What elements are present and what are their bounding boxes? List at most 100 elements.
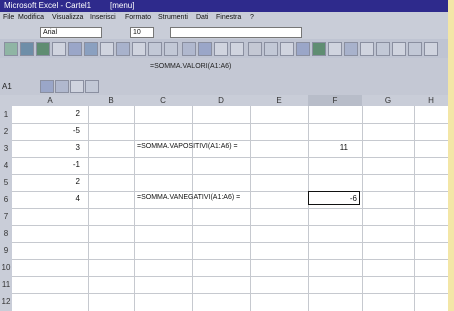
- function-icon[interactable]: [198, 42, 212, 56]
- row-gridline: [12, 242, 448, 243]
- cell-f6-active[interactable]: -6: [308, 191, 360, 205]
- row-gridline: [12, 140, 448, 141]
- cell-a3[interactable]: 3: [62, 143, 80, 152]
- spreadsheet-grid: A B C D E F G H 1 2 3 4 5 6 7 8 9 10 11 …: [0, 95, 448, 311]
- bold-icon[interactable]: [40, 80, 54, 93]
- column-gridline: [414, 106, 415, 311]
- toolbar-icon-6[interactable]: [408, 42, 422, 56]
- column-gridline: [88, 106, 89, 311]
- title-bar: Microsoft Excel - Cartel1 [menu]: [0, 0, 448, 12]
- cell-c6-label[interactable]: =SOMMA.VANEGATIVI(A1:A6) =: [137, 194, 307, 201]
- sort-desc-icon[interactable]: [230, 42, 244, 56]
- excel-window: Microsoft Excel - Cartel1 [menu] File Mo…: [0, 0, 448, 311]
- toolbar-icon-2[interactable]: [344, 42, 358, 56]
- row-gridline: [12, 174, 448, 175]
- zoom-icon[interactable]: [296, 42, 310, 56]
- row-gridline: [12, 276, 448, 277]
- row-header-10[interactable]: 10: [0, 259, 12, 276]
- menu-bar: File Modifica Visualizza Inserisci Forma…: [0, 12, 448, 24]
- toolbar-icon-4[interactable]: [376, 42, 390, 56]
- cell-a1[interactable]: 2: [62, 109, 80, 118]
- drawing-icon[interactable]: [280, 42, 294, 56]
- menu-dati[interactable]: Dati: [196, 12, 208, 24]
- column-header-b[interactable]: B: [88, 95, 134, 106]
- name-box[interactable]: A1: [2, 82, 12, 91]
- row-header-8[interactable]: 8: [0, 225, 12, 242]
- row-gridline: [12, 293, 448, 294]
- column-header-c[interactable]: C: [134, 95, 192, 106]
- open-icon[interactable]: [20, 42, 34, 56]
- toolbar-icon-7[interactable]: [424, 42, 438, 56]
- print-icon[interactable]: [52, 42, 66, 56]
- row-gridline: [12, 208, 448, 209]
- underline-icon[interactable]: [70, 80, 84, 93]
- redo-icon[interactable]: [164, 42, 178, 56]
- cut-icon[interactable]: [100, 42, 114, 56]
- cell-a2[interactable]: -5: [62, 126, 80, 135]
- row-gridline: [12, 259, 448, 260]
- column-header-h[interactable]: H: [414, 95, 448, 106]
- menu-visualizza[interactable]: Visualizza: [52, 12, 83, 24]
- row-header-1[interactable]: 1: [0, 106, 12, 123]
- paste-icon[interactable]: [132, 42, 146, 56]
- row-gridline: [12, 225, 448, 226]
- italic-icon[interactable]: [55, 80, 69, 93]
- spell-icon[interactable]: [84, 42, 98, 56]
- formula-content[interactable]: =SOMMA.VALORI(A1:A6): [150, 63, 231, 70]
- copy-icon[interactable]: [116, 42, 130, 56]
- column-header-a[interactable]: A: [12, 95, 88, 106]
- menu-strumenti[interactable]: Strumenti: [158, 12, 188, 24]
- row-gridline: [12, 191, 448, 192]
- font-size-value: 10: [133, 29, 141, 36]
- preview-icon[interactable]: [68, 42, 82, 56]
- toolbar-icon-3[interactable]: [360, 42, 374, 56]
- chart-icon[interactable]: [248, 42, 262, 56]
- row-header-9[interactable]: 9: [0, 242, 12, 259]
- toolbar-icon-5[interactable]: [392, 42, 406, 56]
- row-header-4[interactable]: 4: [0, 157, 12, 174]
- map-icon[interactable]: [264, 42, 278, 56]
- title-sub: [menu]: [110, 1, 135, 10]
- font-name-value: Arial: [43, 29, 58, 36]
- row-header-3[interactable]: 3: [0, 140, 12, 157]
- column-header-g[interactable]: G: [362, 95, 414, 106]
- row-header-7[interactable]: 7: [0, 208, 12, 225]
- save-icon[interactable]: [36, 42, 50, 56]
- column-header-d[interactable]: D: [192, 95, 250, 106]
- menu-finestra[interactable]: Finestra: [216, 12, 241, 24]
- align-icon[interactable]: [85, 80, 99, 93]
- cell-a5[interactable]: 2: [62, 177, 80, 186]
- column-gridline: [308, 106, 309, 311]
- new-icon[interactable]: [4, 42, 18, 56]
- column-header-e[interactable]: E: [250, 95, 308, 106]
- cell-a6[interactable]: 4: [62, 194, 80, 203]
- toolbar-icon-1[interactable]: [328, 42, 342, 56]
- row-header-11[interactable]: 11: [0, 276, 12, 293]
- font-size-box[interactable]: 10: [130, 27, 154, 38]
- row-header-2[interactable]: 2: [0, 123, 12, 140]
- menu-formato[interactable]: Formato: [125, 12, 151, 24]
- cell-a4[interactable]: -1: [62, 160, 80, 169]
- column-header-f[interactable]: F: [308, 95, 362, 106]
- row-gridline: [12, 123, 448, 124]
- menu-inserisci[interactable]: Inserisci: [90, 12, 116, 24]
- row-header-12[interactable]: 12: [0, 293, 12, 311]
- cell-c3-label[interactable]: =SOMMA.VAPOSITIVI(A1:A6) =: [137, 143, 307, 150]
- column-gridline: [362, 106, 363, 311]
- undo-icon[interactable]: [148, 42, 162, 56]
- standard-toolbar: [0, 39, 448, 58]
- cell-f3-result[interactable]: 11: [322, 143, 348, 152]
- row-header-5[interactable]: 5: [0, 174, 12, 191]
- font-name-box[interactable]: Arial: [40, 27, 102, 38]
- sum-icon[interactable]: [182, 42, 196, 56]
- help-icon[interactable]: [312, 42, 326, 56]
- sort-asc-icon[interactable]: [214, 42, 228, 56]
- app-title: Microsoft Excel - Cartel1: [4, 1, 92, 10]
- menu-file[interactable]: File: [3, 12, 14, 24]
- row-header-6[interactable]: 6: [0, 191, 12, 208]
- menu-help[interactable]: ?: [250, 12, 254, 24]
- style-box[interactable]: [170, 27, 302, 38]
- column-gridline: [134, 106, 135, 311]
- menu-modifica[interactable]: Modifica: [18, 12, 44, 24]
- corner-cell[interactable]: [0, 95, 12, 106]
